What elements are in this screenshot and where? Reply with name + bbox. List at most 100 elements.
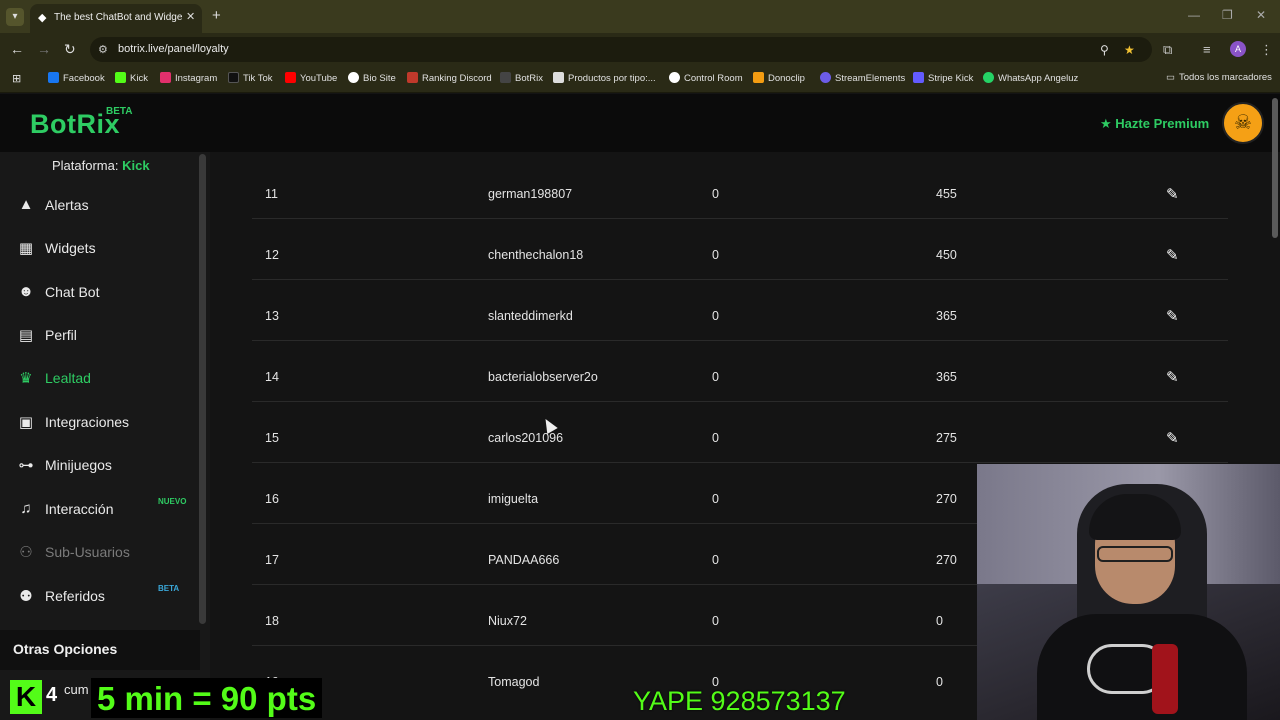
sidebar-item-interaccion[interactable]: ♫ Interacción NUEVO: [0, 489, 196, 529]
youtube-icon: [285, 72, 296, 83]
zoom-icon[interactable]: ⚲: [1100, 43, 1109, 57]
sidebar-item-perfil[interactable]: ▤ Perfil: [0, 315, 196, 355]
points-cell: 0: [936, 614, 943, 628]
edit-pencil-icon[interactable]: ✎: [1166, 368, 1179, 386]
sidebar-item-widgets[interactable]: ▦ Widgets: [0, 228, 196, 268]
username-cell: german198807: [488, 187, 573, 201]
value-cell: 0: [712, 492, 719, 506]
ranking-icon: [407, 72, 418, 83]
bookmark-botrix[interactable]: BotRix: [500, 72, 543, 84]
restore-icon[interactable]: ❐: [1222, 8, 1233, 22]
username-cell: Tomagod: [488, 675, 540, 689]
sidebar-item-referidos[interactable]: ⚉ Referidos BETA: [0, 576, 196, 616]
sidebar-item-minijuegos[interactable]: ⊶ Minijuegos: [0, 445, 196, 485]
bookmark-ranking-discord[interactable]: Ranking Discord: [407, 72, 492, 84]
grid-icon: ▦: [18, 240, 34, 257]
bookmark-whatsapp[interactable]: WhatsApp Angeluz: [983, 72, 1078, 84]
bookmark-youtube[interactable]: YouTube: [285, 72, 337, 84]
trophy-icon: ♛: [19, 370, 33, 387]
bookmark-donoclip[interactable]: Donoclip: [753, 72, 805, 84]
reload-icon[interactable]: ↻: [64, 41, 76, 58]
sidebar-item-partial[interactable]: cum: [64, 682, 89, 697]
rank-cell: 18: [265, 614, 279, 628]
referrals-icon: ⚉: [19, 588, 33, 605]
back-icon[interactable]: ←: [10, 41, 24, 57]
premium-button[interactable]: ★ Hazte Premium: [1100, 116, 1209, 132]
sidebar-item-integraciones[interactable]: ▣ Integraciones: [0, 402, 196, 442]
points-promo-banner: 5 min = 90 pts: [91, 678, 323, 718]
platform-indicator: Plataforma: Kick: [52, 158, 150, 173]
minimize-icon[interactable]: —: [1188, 8, 1200, 22]
site-info-icon[interactable]: ⚙: [98, 43, 108, 56]
bookmark-facebook[interactable]: Facebook: [48, 72, 105, 84]
username-cell: imiguelta: [488, 492, 539, 506]
points-cell: 275: [936, 431, 957, 445]
new-tab-icon[interactable]: +: [212, 7, 221, 24]
profile-avatar[interactable]: A: [1230, 41, 1246, 57]
robot-icon: ☻: [18, 283, 34, 300]
other-options-header[interactable]: Otras Opciones: [0, 630, 200, 670]
value-cell: 0: [712, 431, 719, 445]
bookmark-control-room[interactable]: Control Room: [669, 72, 743, 84]
username-cell: carlos201096: [488, 431, 564, 445]
bookmark-instagram[interactable]: Instagram: [160, 72, 217, 84]
bookmarks-bar: ⊞ Facebook Kick Instagram Tik Tok YouTub…: [0, 66, 1280, 93]
sidebar-item-sub-usuarios[interactable]: ⚇ Sub-Usuarios: [0, 532, 196, 572]
sidebar-scrollbar[interactable]: [199, 154, 206, 624]
edit-pencil-icon[interactable]: ✎: [1166, 246, 1179, 264]
app-header: BotRix BETA ★ Hazte Premium ☠: [0, 94, 1280, 152]
username-cell: bacterialobserver2o: [488, 370, 598, 384]
table-row: 11 german198807 0 455 ✎: [252, 158, 1228, 219]
edit-pencil-icon[interactable]: ✎: [1166, 429, 1179, 447]
new-badge: NUEVO: [158, 497, 187, 506]
sidebar-item-alertas[interactable]: ▲ Alertas: [0, 185, 196, 225]
instagram-icon: [160, 72, 171, 83]
bookmark-streamelements[interactable]: StreamElements: [820, 72, 905, 84]
bookmark-kick[interactable]: Kick: [115, 72, 148, 84]
extensions-icon[interactable]: ⧉: [1163, 42, 1172, 58]
tab-title: The best ChatBot and Widgets: [54, 12, 182, 23]
all-bookmarks[interactable]: ▭ Todos los marcadores: [1166, 72, 1272, 83]
close-window-icon[interactable]: ✕: [1256, 8, 1266, 22]
users-icon: ⚇: [19, 544, 33, 561]
media-control-icon[interactable]: ≡: [1203, 42, 1211, 57]
value-cell: 0: [712, 309, 719, 323]
webcam-microphone: [1152, 644, 1178, 714]
table-row: 13 slanteddimerkd 0 365 ✎: [252, 280, 1228, 341]
donoclip-icon: [753, 72, 764, 83]
points-cell: 365: [936, 309, 957, 323]
biosite-icon: [348, 72, 359, 83]
browser-tab-bar: ▾ ◆ The best ChatBot and Widgets ✕ + — ❐…: [0, 0, 1280, 33]
address-bar[interactable]: ⚙ botrix.live/panel/loyalty ⚲ ★: [90, 37, 1152, 62]
edit-pencil-icon[interactable]: ✎: [1166, 185, 1179, 203]
bookmark-productos[interactable]: Productos por tipo:...: [553, 72, 656, 84]
username-cell: Niux72: [488, 614, 527, 628]
stripe-icon: [913, 72, 924, 83]
sidebar-item-lealtad[interactable]: ♛ Lealtad: [0, 358, 196, 398]
value-cell: 0: [712, 248, 719, 262]
bookmark-stripe-kick[interactable]: Stripe Kick: [913, 72, 973, 84]
menu-kebab-icon[interactable]: ⋮: [1260, 42, 1273, 58]
gamepad-icon: ⊶: [18, 457, 34, 474]
bookmark-biosite[interactable]: Bio Site: [348, 72, 396, 84]
page-scrollbar[interactable]: [1272, 98, 1278, 238]
browser-tab[interactable]: ◆ The best ChatBot and Widgets ✕: [30, 4, 202, 33]
bookmark-star-icon[interactable]: ★: [1124, 43, 1135, 57]
points-cell: 450: [936, 248, 957, 262]
profile-card-icon: ▤: [18, 327, 34, 344]
control-room-icon: [669, 72, 680, 83]
sidebar-item-chat-bot[interactable]: ☻ Chat Bot: [0, 272, 196, 312]
rank-cell: 13: [265, 309, 279, 323]
tab-search-chevron-icon[interactable]: ▾: [6, 8, 24, 26]
rank-cell: 17: [265, 553, 279, 567]
streamelements-icon: [820, 72, 831, 83]
apps-grid-icon[interactable]: ⊞: [12, 72, 21, 85]
forward-icon[interactable]: →: [37, 41, 51, 57]
bookmark-tiktok[interactable]: Tik Tok: [228, 72, 273, 84]
tab-close-icon[interactable]: ✕: [186, 10, 195, 23]
user-avatar[interactable]: ☠: [1222, 102, 1264, 144]
botrix-favicon-icon: ◆: [38, 12, 47, 24]
rank-cell: 15: [265, 431, 279, 445]
yape-donation-text: YAPE 928573137: [633, 686, 846, 716]
edit-pencil-icon[interactable]: ✎: [1166, 307, 1179, 325]
